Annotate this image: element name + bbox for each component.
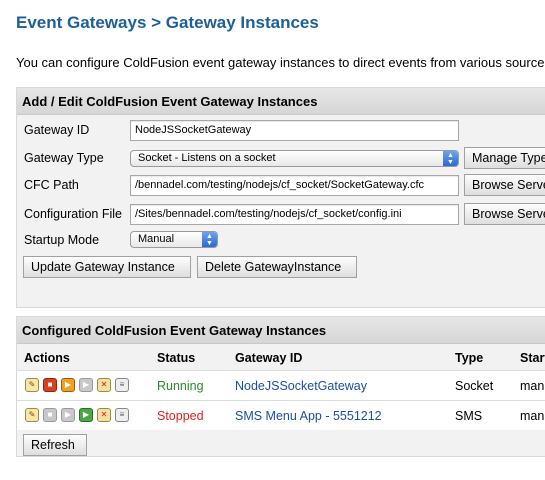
restart-icon[interactable]: ▶ bbox=[61, 378, 75, 392]
browse-server-cfc-button[interactable]: Browse Server bbox=[464, 174, 545, 196]
gateway-type-label: Gateway Type bbox=[24, 151, 104, 165]
instances-header: Configured ColdFusion Event Gateway Inst… bbox=[17, 317, 545, 344]
select-arrows-icon: ▲ ▼ bbox=[202, 232, 217, 247]
log-icon[interactable]: ≡ bbox=[115, 408, 129, 422]
log-icon[interactable]: ≡ bbox=[115, 378, 129, 392]
gateway-link[interactable]: SMS Menu App - 5551212 bbox=[235, 409, 382, 423]
start-icon: ▶ bbox=[79, 378, 93, 392]
gateway-form-header: Add / Edit ColdFusion Event Gateway Inst… bbox=[17, 88, 545, 115]
gateway-type-value: Socket - Listens on a socket bbox=[138, 152, 276, 164]
update-gateway-button[interactable]: Update Gateway Instance bbox=[23, 256, 191, 278]
gateway-type-cell: Socket bbox=[455, 379, 494, 393]
restart-icon: ▶ bbox=[61, 408, 75, 422]
browse-server-config-button[interactable]: Browse Server bbox=[464, 203, 545, 225]
select-arrows-icon: ▲ ▼ bbox=[443, 151, 458, 166]
col-gateway-id: Gateway ID bbox=[235, 351, 303, 365]
edit-icon[interactable]: ✎ bbox=[25, 408, 39, 422]
status-running: Running bbox=[157, 379, 204, 393]
gateway-form-panel: Add / Edit ColdFusion Event Gateway Inst… bbox=[16, 87, 545, 308]
col-actions: Actions bbox=[24, 351, 70, 365]
status-stopped: Stopped bbox=[157, 409, 204, 423]
startup-cell: manual bbox=[520, 409, 545, 423]
cfc-path-label: CFC Path bbox=[24, 178, 79, 192]
startup-cell: manual bbox=[520, 379, 545, 393]
gateway-id-input[interactable]: NodeJSSocketGateway bbox=[130, 120, 459, 141]
instances-panel: Configured ColdFusion Event Gateway Inst… bbox=[16, 316, 545, 457]
col-status: Status bbox=[157, 351, 196, 365]
startup-mode-select[interactable]: Manual ▲ ▼ bbox=[130, 231, 218, 248]
intro-text: You can configure ColdFusion event gatew… bbox=[16, 55, 545, 70]
config-file-input[interactable]: /Sites/bennadel.com/testing/nodejs/cf_so… bbox=[130, 204, 459, 225]
gateway-type-cell: SMS bbox=[455, 409, 483, 423]
page-title: Event Gateways > Gateway Instances bbox=[16, 13, 319, 32]
start-icon[interactable]: ▶ bbox=[79, 408, 93, 422]
delete-icon[interactable]: ✕ bbox=[97, 378, 111, 392]
col-startup: Startup bbox=[520, 351, 545, 365]
row-actions: ✎ ■ ▶ ▶ ✕ ≡ bbox=[25, 408, 129, 422]
gateway-id-label: Gateway ID bbox=[24, 123, 90, 137]
stop-icon[interactable]: ■ bbox=[43, 378, 57, 392]
gateway-type-select[interactable]: Socket - Listens on a socket ▲ ▼ bbox=[130, 150, 459, 167]
startup-mode-value: Manual bbox=[138, 233, 175, 245]
stop-icon: ■ bbox=[43, 408, 57, 422]
cfc-path-input[interactable]: /bennadel.com/testing/nodejs/cf_socket/S… bbox=[130, 175, 459, 196]
row-actions: ✎ ■ ▶ ▶ ✕ ≡ bbox=[25, 378, 129, 392]
startup-mode-label: Startup Mode bbox=[24, 233, 100, 247]
delete-icon[interactable]: ✕ bbox=[97, 408, 111, 422]
delete-gateway-button[interactable]: Delete GatewayInstance bbox=[197, 256, 357, 278]
config-file-label: Configuration File bbox=[24, 207, 122, 221]
refresh-button[interactable]: Refresh bbox=[23, 434, 87, 456]
gateway-link[interactable]: NodeJSSocketGateway bbox=[235, 379, 367, 393]
col-type: Type bbox=[455, 351, 484, 365]
manage-types-button[interactable]: Manage Types bbox=[464, 147, 545, 169]
edit-icon[interactable]: ✎ bbox=[25, 378, 39, 392]
